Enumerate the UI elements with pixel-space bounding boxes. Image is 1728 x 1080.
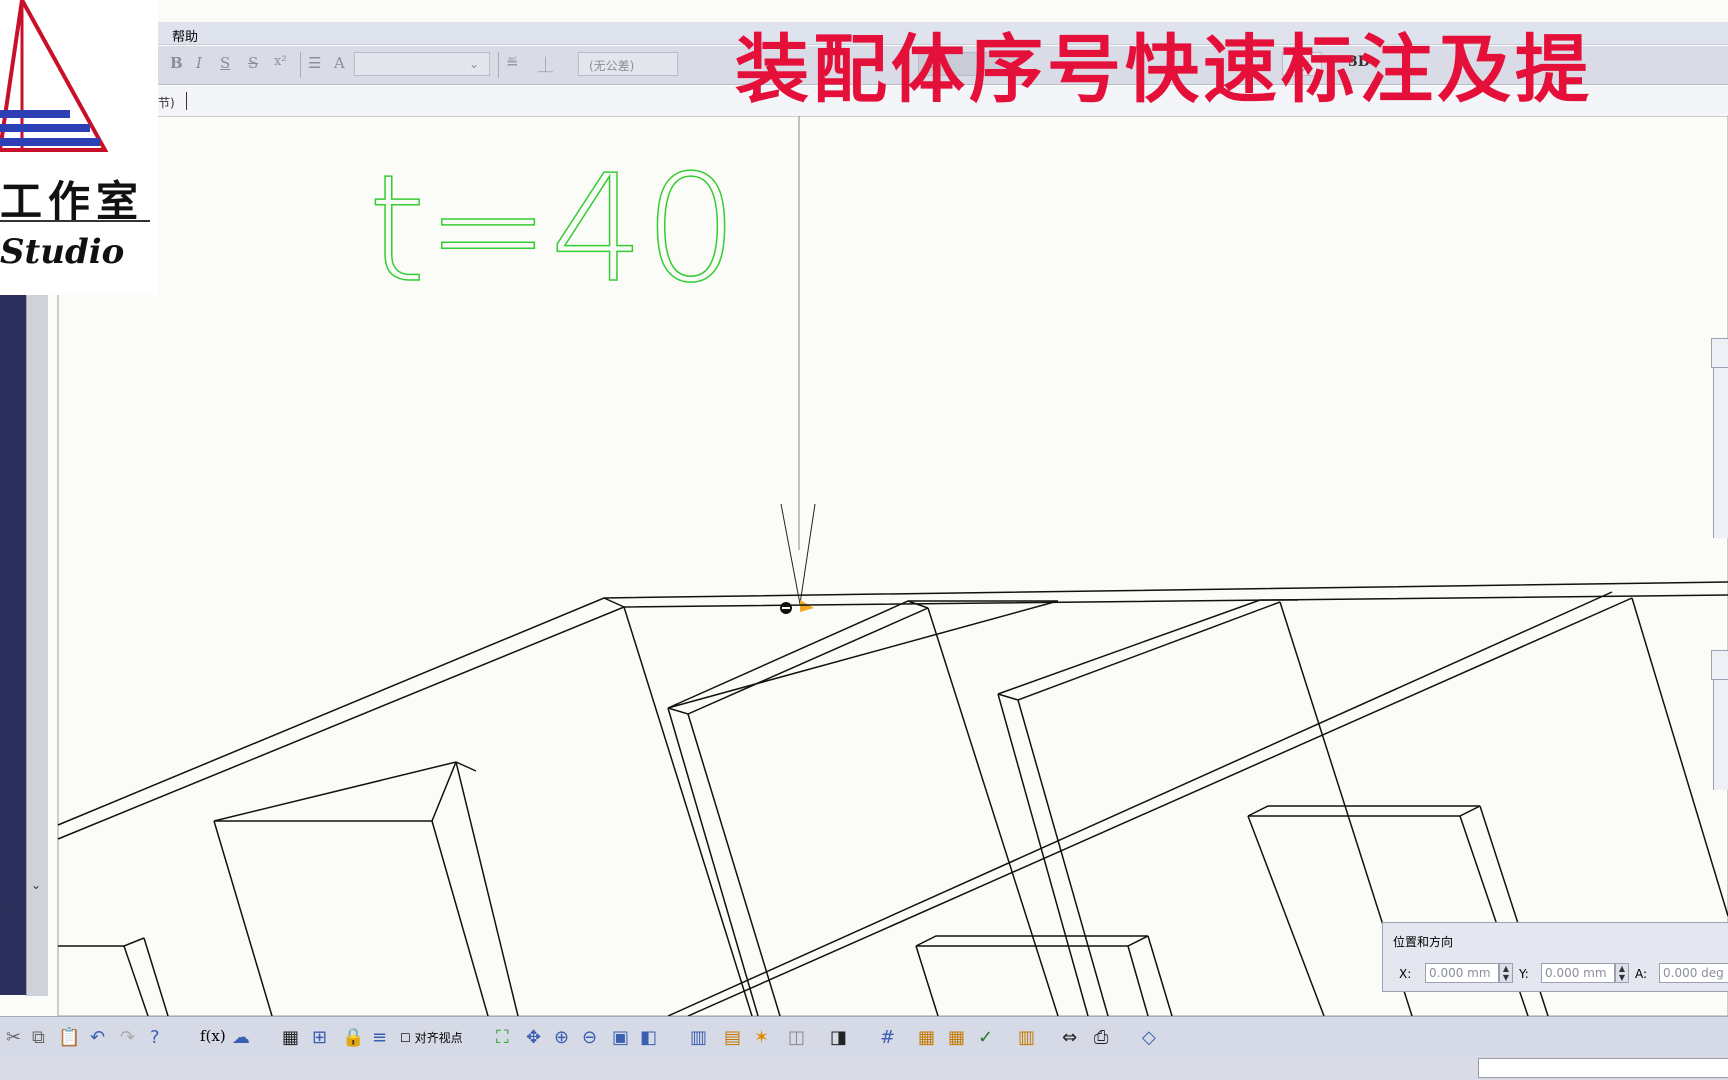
dialog-title: 位置和方向 [1393, 935, 1454, 949]
bottom-toolbar: ✂ ⧉ 📋 ↶ ↷ ? f(x) ☁ ▦ ⊞ 🔒 ≡ ☐ 对齐视点 ⛶ ✥ ⊕ … [0, 1016, 1728, 1057]
side-panel [1713, 368, 1728, 538]
position-orientation-dialog: 位置和方向 X: 0.000 mm ▲ ▼ Y: 0.000 mm ▲ ▼ A: 0… [1382, 922, 1728, 992]
y-label: Y: [1519, 967, 1529, 981]
align-view-label: 对齐视点 [414, 1031, 463, 1045]
a-field[interactable]: 0.000 deg [1659, 963, 1728, 983]
italic-button[interactable]: I [196, 54, 202, 74]
print-icon[interactable]: ⎙ [1094, 1027, 1108, 1048]
zoom-in-icon[interactable]: ⊕ [554, 1027, 569, 1048]
grid-icon[interactable]: ▥ [690, 1027, 707, 1048]
cut-icon[interactable]: ✂ [6, 1027, 21, 1048]
a-label: A: [1635, 967, 1648, 981]
logo-divider [0, 220, 150, 222]
x-field[interactable]: 0.000 mm [1425, 963, 1499, 983]
side-panel [1713, 680, 1728, 790]
video-title-overlay: 装配体序号快速标注及提 [735, 27, 1593, 113]
undo-icon[interactable]: ↶ [90, 1027, 105, 1048]
disabled-icon[interactable]: ◫ [788, 1027, 805, 1048]
strikethrough-button[interactable]: S [248, 54, 258, 74]
bold-button[interactable]: B [170, 54, 183, 74]
sheet-icon[interactable]: ▤ [724, 1027, 741, 1048]
side-panel-tab[interactable] [1711, 650, 1728, 680]
fit-all-icon[interactable]: ⛶ [496, 1027, 509, 1048]
chevron-right-icon[interactable]: › [7, 902, 12, 916]
thickness-label: t=40 [368, 143, 738, 315]
parameter-icon[interactable]: ≡ [372, 1027, 387, 1048]
scroll-down-icon[interactable]: ⌄ [31, 878, 41, 892]
font-combo[interactable]: ⌄ [354, 52, 490, 76]
title-block-icon[interactable]: ▦ [948, 1027, 965, 1048]
datum-icon[interactable]: ≝ [506, 54, 519, 74]
check-icon[interactable]: ✓ [978, 1027, 993, 1048]
underline-button[interactable]: S [220, 54, 230, 74]
logo-text-en: Studio [0, 232, 125, 272]
status-bar [0, 1056, 1728, 1080]
text-size-icon[interactable]: A [334, 54, 345, 74]
y-field[interactable]: 0.000 mm [1541, 963, 1615, 983]
side-panel-tab[interactable] [1711, 338, 1728, 368]
pan-icon[interactable]: ✥ [526, 1027, 541, 1048]
symbol-icon[interactable]: ⏊ [538, 54, 553, 74]
formula-icon[interactable]: f(x) [200, 1027, 226, 1045]
drawing-canvas[interactable]: t=40 [48, 116, 1728, 1016]
whats-this-icon[interactable]: ? [150, 1027, 160, 1048]
align-view-checkbox[interactable]: ☐ 对齐视点 [400, 1029, 463, 1046]
grid-display-icon[interactable]: # [880, 1027, 895, 1048]
paste-icon[interactable]: 📋 [58, 1027, 80, 1048]
table-icon[interactable]: ▦ [282, 1027, 299, 1048]
toolbar-separator [300, 52, 301, 78]
redo-icon[interactable]: ↷ [120, 1027, 135, 1048]
copy-icon[interactable]: ⧉ [32, 1027, 45, 1048]
x-label: X: [1399, 967, 1412, 981]
command-text: 节) [158, 96, 175, 110]
erase-icon[interactable]: ◇ [1142, 1027, 1156, 1048]
snap-icon[interactable]: ✶ [754, 1027, 769, 1048]
text-caret [186, 92, 187, 110]
chevron-down-icon: ⌄ [468, 57, 479, 71]
tree-icon[interactable]: ⊞ [312, 1027, 327, 1048]
zoom-area-icon[interactable]: ▣ [612, 1027, 629, 1048]
zoom-out-icon[interactable]: ⊖ [582, 1027, 597, 1048]
left-panel [0, 295, 26, 995]
status-input[interactable] [1478, 1058, 1728, 1078]
superscript-button[interactable]: x² [274, 54, 287, 74]
dimension-icon[interactable]: ⇔ [1062, 1027, 1077, 1048]
knowledge-icon[interactable]: ☁ [232, 1027, 250, 1048]
y-spinner[interactable]: ▲ ▼ [1615, 963, 1629, 983]
tolerance-combo[interactable]: (无公差) [578, 52, 678, 76]
logo-triangle-icon [0, 0, 109, 152]
x-spinner[interactable]: ▲ ▼ [1499, 963, 1513, 983]
menu-help[interactable]: 帮助 [172, 26, 198, 45]
align-icon[interactable]: ☰ [308, 54, 321, 74]
frame-icon[interactable]: ▦ [918, 1027, 935, 1048]
view-icon[interactable]: ◧ [640, 1027, 657, 1048]
layer-icon[interactable]: ▥ [1018, 1027, 1035, 1048]
analysis-icon[interactable]: ◨ [830, 1027, 847, 1048]
studio-logo: 工作室 Studio [0, 0, 158, 295]
toolbar-separator [498, 52, 499, 78]
lock-icon[interactable]: 🔒 [342, 1027, 364, 1048]
